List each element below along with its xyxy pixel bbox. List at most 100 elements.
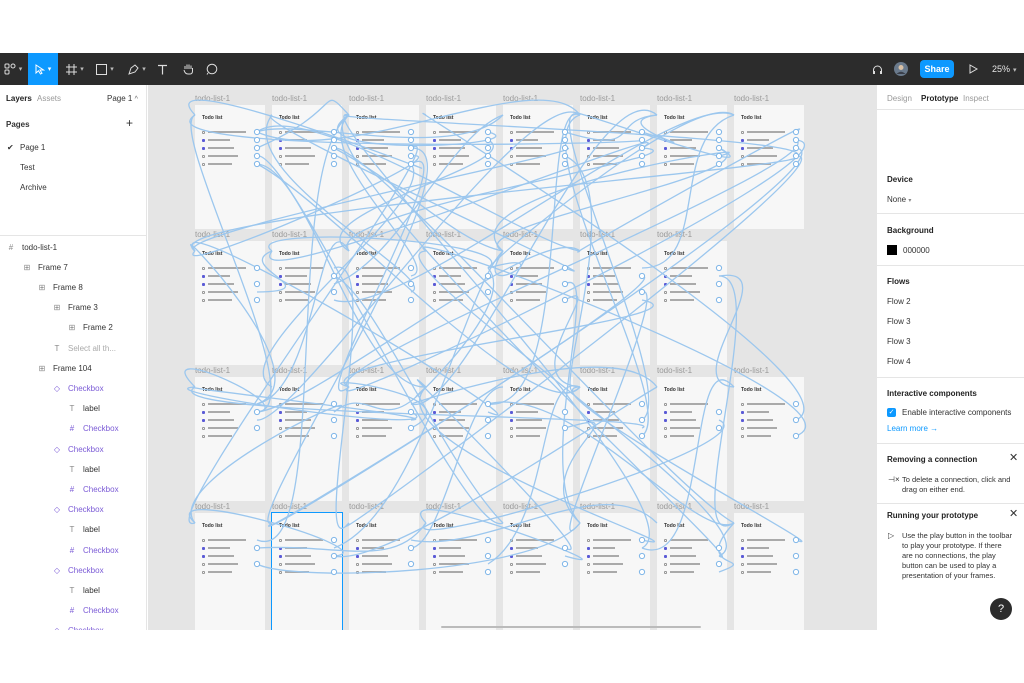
connection-handle[interactable] <box>253 160 261 168</box>
connection-handle[interactable] <box>330 136 338 144</box>
connection-handle[interactable] <box>253 144 261 152</box>
connection-handle[interactable] <box>253 544 261 552</box>
connection-line[interactable] <box>192 147 569 252</box>
connection-handle[interactable] <box>330 288 338 296</box>
connection-handle[interactable] <box>638 144 646 152</box>
connection-handle[interactable] <box>715 560 723 568</box>
connection-handle[interactable] <box>484 272 492 280</box>
layer-item[interactable]: ⊞ Frame 8 <box>37 280 83 294</box>
tab-design[interactable]: Design <box>887 94 912 103</box>
layer-item[interactable]: Tlabel <box>67 462 100 476</box>
connection-handle[interactable] <box>484 128 492 136</box>
connection-line[interactable] <box>714 275 738 527</box>
connection-handle[interactable] <box>715 160 723 168</box>
connection-handle[interactable] <box>792 136 800 144</box>
connection-handle[interactable] <box>484 152 492 160</box>
connection-handle[interactable] <box>792 160 800 168</box>
connection-handle[interactable] <box>638 552 646 560</box>
connection-handle[interactable] <box>330 568 338 576</box>
interactive-components-checkbox[interactable]: ✓ <box>887 408 896 417</box>
connection-line[interactable] <box>343 114 650 549</box>
connection-handle[interactable] <box>792 552 800 560</box>
layer-item[interactable]: ◇ Checkbox <box>52 503 104 517</box>
connection-handle[interactable] <box>330 400 338 408</box>
connection-line[interactable] <box>269 114 575 272</box>
flow-item[interactable]: Flow 3 <box>887 337 911 346</box>
avatar[interactable] <box>892 53 910 85</box>
connection-line[interactable] <box>333 112 735 303</box>
connection-handle[interactable] <box>792 128 800 136</box>
connection-handle[interactable] <box>792 568 800 576</box>
connection-handle[interactable] <box>407 160 415 168</box>
connection-handle[interactable] <box>484 568 492 576</box>
flow-item[interactable]: Flow 2 <box>887 297 911 306</box>
connection-handle[interactable] <box>407 136 415 144</box>
connection-handle[interactable] <box>561 264 569 272</box>
close-icon[interactable]: ✕ <box>1009 451 1018 464</box>
connection-handle[interactable] <box>715 152 723 160</box>
connection-handle[interactable] <box>330 416 338 424</box>
layer-item[interactable]: ◇ Checkbox <box>52 442 104 456</box>
connection-handle[interactable] <box>638 568 646 576</box>
connection-lines[interactable] <box>184 99 807 574</box>
layer-item[interactable]: ⊞ Frame 3 <box>52 301 98 315</box>
connection-handle[interactable] <box>561 424 569 432</box>
connection-handle[interactable] <box>484 288 492 296</box>
connection-handle[interactable] <box>715 296 723 304</box>
layer-item[interactable]: Tlabel <box>67 523 100 537</box>
move-tool-icon[interactable]: ▾ <box>28 53 58 85</box>
connection-handle[interactable] <box>330 272 338 280</box>
tab-assets[interactable]: Assets <box>37 94 61 103</box>
connection-handle[interactable] <box>561 296 569 304</box>
page-dropdown[interactable]: Page 1 ^ <box>107 94 138 103</box>
connection-handle[interactable] <box>638 400 646 408</box>
connection-handle[interactable] <box>561 560 569 568</box>
layer-item[interactable]: Tlabel <box>67 402 100 416</box>
connection-handle[interactable] <box>330 160 338 168</box>
connection-handle[interactable] <box>330 552 338 560</box>
comment-tool-icon[interactable] <box>202 53 222 85</box>
background-hex-value[interactable]: 000000 <box>903 246 930 255</box>
horizontal-scrollbar[interactable] <box>441 626 701 628</box>
connection-handle[interactable] <box>715 544 723 552</box>
headphones-icon[interactable] <box>868 53 886 85</box>
connection-handle[interactable] <box>484 536 492 544</box>
canvas[interactable]: todo-list-1 Todo list todo-list-1 Todo list… <box>148 85 876 630</box>
connection-handle[interactable] <box>330 128 338 136</box>
connection-handle[interactable] <box>561 128 569 136</box>
layer-item[interactable]: ◇ Checkbox <box>52 563 104 577</box>
pen-tool-icon[interactable]: ▾ <box>124 53 150 85</box>
layer-item[interactable]: ⊞ Frame 104 <box>37 361 92 375</box>
connection-handle[interactable] <box>407 408 415 416</box>
connection-handle[interactable] <box>638 136 646 144</box>
layer-item[interactable]: ◇ Checkbox <box>52 624 104 630</box>
connection-line[interactable] <box>333 114 504 285</box>
connection-line[interactable] <box>262 163 415 388</box>
connection-line[interactable] <box>568 113 650 421</box>
connection-handle[interactable] <box>638 432 646 440</box>
connection-handle[interactable] <box>484 136 492 144</box>
connection-handle[interactable] <box>638 288 646 296</box>
connection-handle[interactable] <box>561 160 569 168</box>
connection-line[interactable] <box>190 404 343 524</box>
connection-handle[interactable] <box>407 560 415 568</box>
connection-handle[interactable] <box>253 408 261 416</box>
connection-line[interactable] <box>496 147 728 252</box>
connection-line[interactable] <box>190 244 276 405</box>
flow-item[interactable]: Flow 4 <box>887 357 911 366</box>
tab-inspect[interactable]: Inspect <box>963 94 989 103</box>
layer-item[interactable]: Tlabel <box>67 583 100 597</box>
connection-handle[interactable] <box>561 136 569 144</box>
connection-handle[interactable] <box>715 264 723 272</box>
connection-line[interactable] <box>256 114 350 543</box>
connection-line[interactable] <box>715 274 744 388</box>
connection-line[interactable] <box>333 147 735 524</box>
add-page-icon[interactable]: + <box>126 116 133 130</box>
connection-handle[interactable] <box>638 272 646 280</box>
connection-handle[interactable] <box>253 560 261 568</box>
connection-line[interactable] <box>487 401 735 526</box>
play-icon[interactable] <box>964 53 982 85</box>
connection-line[interactable] <box>345 139 806 392</box>
connection-handle[interactable] <box>484 160 492 168</box>
connection-handle[interactable] <box>330 152 338 160</box>
